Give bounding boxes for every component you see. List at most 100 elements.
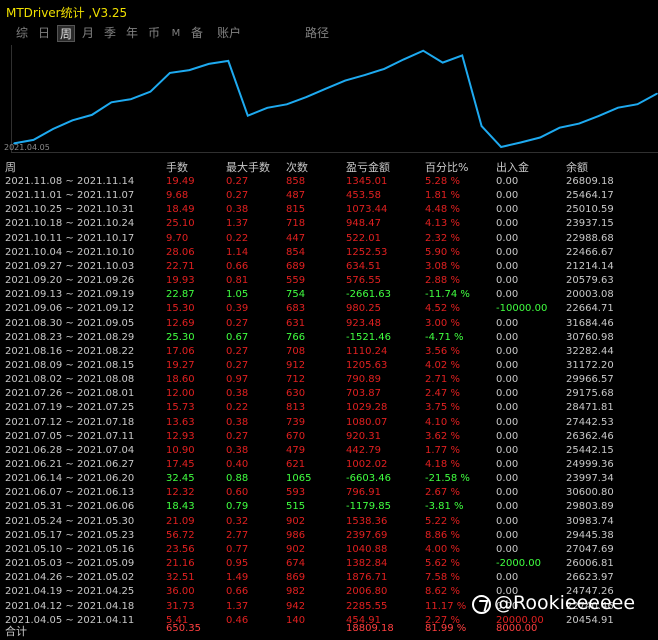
table-row[interactable]: 2021.05.10 ~ 2021.05.16 23.56 0.77 902 1040.… — [0, 543, 658, 557]
cell-deposit: 0.00 — [496, 246, 519, 258]
table-row[interactable]: 2021.06.14 ~ 2021.06.20 32.45 0.88 1065 -660… — [0, 472, 658, 486]
cell-week: 2021.04.19 ~ 2021.04.25 — [5, 586, 135, 598]
tab-7[interactable]: M — [169, 25, 183, 42]
cell-hands: 18.60 — [166, 374, 195, 386]
cell-percent: 2.67 % — [425, 487, 460, 499]
table-row[interactable]: 2021.05.31 ~ 2021.06.06 18.43 0.79 515 -1179… — [0, 500, 658, 514]
cell-count: 854 — [286, 246, 306, 258]
tab-4[interactable]: 季 — [102, 25, 118, 42]
cell-pnl: 1205.63 — [346, 359, 388, 371]
cell-percent: -3.81 % — [425, 501, 464, 513]
tab-0[interactable]: 综 — [14, 25, 30, 42]
cell-hands: 15.73 — [166, 402, 195, 414]
cell-hands: 25.30 — [166, 331, 195, 343]
table-row[interactable]: 2021.11.01 ~ 2021.11.07 9.68 0.27 487 453.58… — [0, 189, 658, 203]
table-row[interactable]: 2021.09.13 ~ 2021.09.19 22.87 1.05 754 -2661… — [0, 288, 658, 302]
cell-percent: 5.90 % — [425, 246, 460, 258]
cell-balance: 26006.81 — [566, 558, 614, 570]
table-row[interactable]: 2021.09.27 ~ 2021.10.03 22.71 0.66 689 634.5… — [0, 260, 658, 274]
table-row[interactable]: 2021.08.16 ~ 2021.08.22 17.06 0.27 708 1110.… — [0, 345, 658, 359]
cell-max-hands: 0.88 — [226, 473, 249, 485]
cell-week: 2021.11.08 ~ 2021.11.14 — [5, 176, 135, 187]
cell-count: 712 — [286, 374, 306, 386]
table-row[interactable]: 2021.10.11 ~ 2021.10.17 9.70 0.22 447 522.01… — [0, 232, 658, 246]
table-row[interactable]: 2021.08.30 ~ 2021.09.05 12.69 0.27 631 923.4… — [0, 317, 658, 331]
cell-percent: 8.86 % — [425, 529, 460, 541]
table-row[interactable]: 2021.10.04 ~ 2021.10.10 28.06 1.14 854 1252.… — [0, 246, 658, 260]
tab-2[interactable]: 周 — [57, 25, 75, 42]
balance-point — [110, 101, 113, 104]
tab-6[interactable]: 币 — [146, 25, 162, 42]
balance-point — [305, 96, 308, 98]
table-row[interactable]: 2021.07.05 ~ 2021.07.11 12.93 0.27 670 920.3… — [0, 430, 658, 444]
cell-max-hands: 1.37 — [226, 600, 249, 612]
cell-percent: 4.10 % — [425, 416, 460, 428]
table-row[interactable]: 2021.10.18 ~ 2021.10.24 25.10 1.37 718 948.4… — [0, 217, 658, 231]
tab-8[interactable]: 备 — [189, 25, 205, 42]
col-header-hands[interactable]: 手数 — [166, 159, 188, 175]
table-row[interactable]: 2021.06.07 ~ 2021.06.13 12.32 0.60 593 796.9… — [0, 486, 658, 500]
table-row[interactable]: 2021.09.06 ~ 2021.09.12 15.30 0.39 683 980.2… — [0, 302, 658, 316]
balance-point — [52, 128, 54, 130]
table-row[interactable]: 2021.09.20 ~ 2021.09.26 19.93 0.81 559 576.5… — [0, 274, 658, 288]
tab-5[interactable]: 年 — [124, 25, 140, 42]
cell-week: 2021.11.01 ~ 2021.11.07 — [5, 190, 135, 202]
cell-percent: 2.71 % — [425, 374, 460, 386]
cell-hands: 13.63 — [166, 416, 195, 428]
table-row[interactable]: 2021.10.25 ~ 2021.10.31 18.49 0.38 815 1073.… — [0, 203, 658, 217]
cell-pnl: 1002.02 — [346, 459, 388, 470]
cell-count: 487 — [286, 190, 306, 202]
cell-max-hands: 0.97 — [226, 374, 249, 386]
cell-pnl: 1382.84 — [346, 558, 388, 570]
cell-pnl: -1521.46 — [346, 331, 391, 343]
col-header-percent[interactable]: 百分比% — [425, 159, 468, 175]
cell-hands: 23.56 — [166, 543, 195, 555]
cell-deposit: 0.00 — [496, 289, 519, 301]
table-row[interactable]: 2021.05.17 ~ 2021.05.23 56.72 2.77 986 2397.… — [0, 529, 658, 543]
cell-percent: 1.81 % — [425, 190, 460, 202]
cell-percent: 5.28 % — [425, 176, 460, 187]
cell-pnl: 796.91 — [346, 487, 381, 499]
tab-1[interactable]: 日 — [36, 25, 52, 42]
cell-pnl: 634.51 — [346, 260, 381, 272]
col-header-deposit[interactable]: 出入金 — [496, 159, 529, 175]
col-header-count[interactable]: 次数 — [286, 159, 308, 175]
table-row[interactable]: 2021.11.08 ~ 2021.11.14 19.49 0.27 858 1345.… — [0, 175, 658, 189]
cell-balance: 30600.80 — [566, 487, 614, 499]
cell-count: 739 — [286, 416, 306, 428]
cell-count: 708 — [286, 345, 306, 357]
cell-deposit: 0.00 — [496, 529, 519, 541]
table-row[interactable]: 2021.07.12 ~ 2021.07.18 13.63 0.38 739 1080.… — [0, 416, 658, 430]
col-header-week[interactable]: 周 — [5, 159, 16, 175]
tab-3[interactable]: 月 — [80, 25, 96, 42]
table-row[interactable]: 2021.05.24 ~ 2021.05.30 21.09 0.32 902 1538.… — [0, 515, 658, 529]
balance-point — [266, 107, 269, 109]
tab-10[interactable]: 路径 — [302, 25, 332, 42]
cell-count: 1065 — [286, 473, 312, 485]
table-row[interactable]: 2021.06.21 ~ 2021.06.27 17.45 0.40 621 1002.… — [0, 458, 658, 472]
col-header-balance[interactable]: 余额 — [566, 159, 588, 175]
col-header-pnl[interactable]: 盈亏金额 — [346, 159, 390, 175]
table-row[interactable]: 2021.07.19 ~ 2021.07.25 15.73 0.22 813 1029.… — [0, 401, 658, 415]
cell-max-hands: 0.77 — [226, 543, 249, 555]
balance-point — [130, 98, 132, 100]
cell-percent: 4.13 % — [425, 218, 460, 230]
total-percent: 81.99 % — [425, 623, 467, 634]
table-row[interactable]: 2021.07.26 ~ 2021.08.01 12.00 0.38 630 703.8… — [0, 387, 658, 401]
cell-week: 2021.08.23 ~ 2021.08.29 — [5, 331, 135, 343]
cell-hands: 31.73 — [166, 600, 195, 612]
col-header-max-hands[interactable]: 最大手数 — [226, 159, 270, 175]
table-row[interactable]: 2021.08.09 ~ 2021.08.15 19.27 0.27 912 1205.… — [0, 359, 658, 373]
cell-max-hands: 0.60 — [226, 487, 249, 499]
cell-deposit: 0.00 — [496, 515, 519, 527]
balance-point — [636, 103, 639, 105]
cell-hands: 12.69 — [166, 317, 195, 329]
cell-deposit: 0.00 — [496, 317, 519, 329]
table-row[interactable]: 2021.08.23 ~ 2021.08.29 25.30 0.67 766 -1521… — [0, 331, 658, 345]
balance-point — [480, 125, 483, 127]
table-row[interactable]: 2021.08.02 ~ 2021.08.08 18.60 0.97 712 790.8… — [0, 373, 658, 387]
table-row[interactable]: 2021.05.03 ~ 2021.05.09 21.16 0.95 674 1382.… — [0, 557, 658, 571]
table-row[interactable]: 2021.06.28 ~ 2021.07.04 10.90 0.38 479 442.7… — [0, 444, 658, 458]
tab-9[interactable]: 账户 — [214, 25, 244, 42]
table-row[interactable]: 2021.04.26 ~ 2021.05.02 32.51 1.49 869 1876.… — [0, 571, 658, 585]
